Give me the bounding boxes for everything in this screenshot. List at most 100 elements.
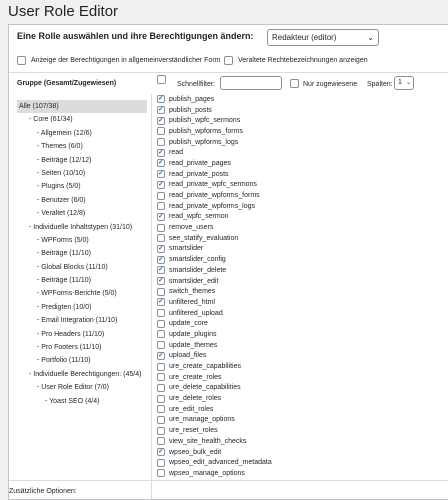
- group-item[interactable]: - Pro Footers (11/10): [17, 341, 147, 354]
- capability-row[interactable]: ure_reset_roles: [157, 425, 272, 436]
- capability-row[interactable]: upload_files: [157, 351, 272, 362]
- group-item[interactable]: - Plugins (5/0): [17, 180, 147, 193]
- capability-checkbox[interactable]: [157, 373, 165, 382]
- capability-checkbox[interactable]: [157, 447, 165, 457]
- capability-row[interactable]: switch_themes: [157, 286, 272, 297]
- capability-row[interactable]: ure_delete_roles: [157, 393, 272, 404]
- group-item[interactable]: - Benutzer (6/0): [17, 194, 147, 207]
- capability-checkbox[interactable]: [157, 341, 165, 350]
- capability-checkbox[interactable]: [157, 148, 165, 157]
- capability-row[interactable]: read_wpfc_sermon: [157, 212, 272, 223]
- capability-row[interactable]: ure_create_capabilities: [157, 361, 272, 372]
- option-deprecated[interactable]: Veraltete Rechtebezeichnungen anzeigen: [224, 56, 368, 65]
- group-item[interactable]: - Core (61/34): [17, 113, 147, 126]
- capability-checkbox[interactable]: [157, 437, 165, 446]
- capability-checkbox[interactable]: [157, 383, 165, 392]
- group-item[interactable]: Alle (107/38): [17, 100, 147, 114]
- capability-row[interactable]: read: [157, 147, 272, 158]
- capability-row[interactable]: update_core: [157, 318, 272, 329]
- capability-checkbox[interactable]: [157, 169, 165, 179]
- capability-checkbox[interactable]: [157, 265, 165, 275]
- capability-checkbox[interactable]: [157, 469, 165, 478]
- capability-row[interactable]: ure_edit_roles: [157, 404, 272, 415]
- capability-row[interactable]: wpseo_bulk_edit: [157, 447, 272, 458]
- group-item[interactable]: - Beiträge (11/10): [17, 247, 147, 260]
- group-item[interactable]: - Pro Headers (11/10): [17, 328, 147, 341]
- group-item[interactable]: - Portfolio (11/10): [17, 354, 147, 367]
- group-item[interactable]: - Veraltet (12/8): [17, 207, 147, 220]
- capability-checkbox[interactable]: [157, 94, 165, 104]
- group-item[interactable]: - Beiträge (12/12): [17, 154, 147, 167]
- capability-checkbox[interactable]: [157, 127, 165, 136]
- capability-row[interactable]: publish_pages: [157, 94, 272, 105]
- capability-row[interactable]: smartslider: [157, 244, 272, 255]
- capability-row[interactable]: remove_users: [157, 222, 272, 233]
- capability-row[interactable]: publish_wpfc_sermons: [157, 115, 272, 126]
- capability-row[interactable]: read_private_wpforms_forms: [157, 190, 272, 201]
- capability-checkbox[interactable]: [157, 255, 165, 264]
- capability-row[interactable]: read_private_posts: [157, 169, 272, 180]
- columns-select[interactable]: 1 ⌄: [394, 76, 414, 90]
- capability-row[interactable]: ure_create_roles: [157, 372, 272, 383]
- group-item[interactable]: - Email Integration (11/10): [17, 314, 147, 327]
- capability-row[interactable]: unfiltered_upload: [157, 308, 272, 319]
- capability-row[interactable]: publish_posts: [157, 105, 272, 116]
- capability-row[interactable]: read_private_pages: [157, 158, 272, 169]
- group-item[interactable]: - WPForms (5/0): [17, 234, 147, 247]
- capability-checkbox[interactable]: [157, 362, 165, 371]
- group-item[interactable]: - Allgemein (12/6): [17, 127, 147, 140]
- capability-row[interactable]: ure_manage_options: [157, 415, 272, 426]
- group-item[interactable]: - User Role Editor (7/0): [17, 381, 147, 394]
- capability-checkbox[interactable]: [157, 234, 165, 243]
- group-item[interactable]: - Individuelle Berechtigungen: (45/4): [17, 368, 147, 381]
- capability-checkbox[interactable]: [157, 405, 165, 414]
- group-item[interactable]: - Predigten (10/0): [17, 301, 147, 314]
- capability-row[interactable]: publish_wpforms_logs: [157, 137, 272, 148]
- capability-row[interactable]: publish_wpforms_forms: [157, 126, 272, 137]
- capability-checkbox[interactable]: [157, 351, 165, 360]
- capability-checkbox[interactable]: [157, 105, 165, 115]
- capability-checkbox[interactable]: [157, 394, 165, 403]
- capability-checkbox[interactable]: [157, 319, 165, 328]
- option-human-readable[interactable]: Anzeige der Berechtigungen in allgemeinv…: [17, 56, 221, 65]
- capability-row[interactable]: see_statify_evaluation: [157, 233, 272, 244]
- group-item[interactable]: - Individuelle Inhaltstypen (31/10): [17, 221, 147, 234]
- capability-row[interactable]: smartslider_edit: [157, 276, 272, 287]
- group-item[interactable]: - Yoast SEO (4/4): [17, 395, 147, 408]
- group-item[interactable]: - WPForms-Berichte (5/0): [17, 287, 147, 300]
- capability-checkbox[interactable]: [157, 330, 165, 339]
- human-readable-checkbox[interactable]: [17, 56, 26, 65]
- capability-checkbox[interactable]: [157, 287, 165, 296]
- only-granted-checkbox[interactable]: [290, 79, 299, 88]
- capability-checkbox[interactable]: [157, 276, 165, 286]
- capability-checkbox[interactable]: [157, 244, 165, 253]
- capability-row[interactable]: smartslider_config: [157, 254, 272, 265]
- capability-row[interactable]: update_themes: [157, 340, 272, 351]
- capability-checkbox[interactable]: [157, 223, 165, 232]
- capability-row[interactable]: update_plugins: [157, 329, 272, 340]
- capability-checkbox[interactable]: [157, 458, 165, 467]
- capability-checkbox[interactable]: [157, 297, 165, 307]
- group-item[interactable]: - Themes (6/0): [17, 140, 147, 153]
- capability-row[interactable]: wpseo_edit_advanced_metadata: [157, 457, 272, 468]
- role-select[interactable]: Redakteur (editor) ⌄: [267, 29, 379, 46]
- capability-row[interactable]: read_private_wpforms_logs: [157, 201, 272, 212]
- capability-checkbox[interactable]: [157, 191, 165, 200]
- capability-checkbox[interactable]: [157, 180, 165, 189]
- group-item[interactable]: - Beiträge (11/10): [17, 274, 147, 287]
- group-item[interactable]: - Seiten (10/10): [17, 167, 147, 180]
- capability-checkbox[interactable]: [157, 138, 165, 147]
- capability-row[interactable]: read_private_wpfc_sermons: [157, 180, 272, 191]
- capability-row[interactable]: smartslider_delete: [157, 265, 272, 276]
- capability-row[interactable]: unfiltered_html: [157, 297, 272, 308]
- select-all-checkbox[interactable]: [157, 75, 166, 84]
- capability-row[interactable]: ure_delete_capabilities: [157, 383, 272, 394]
- group-item[interactable]: - Global Blocks (11/10): [17, 261, 147, 274]
- deprecated-checkbox[interactable]: [224, 56, 233, 65]
- capability-checkbox[interactable]: [157, 212, 165, 221]
- capability-checkbox[interactable]: [157, 158, 165, 168]
- capability-checkbox[interactable]: [157, 116, 165, 125]
- capability-checkbox[interactable]: [157, 426, 165, 435]
- capability-row[interactable]: view_site_health_checks: [157, 436, 272, 447]
- capability-checkbox[interactable]: [157, 309, 165, 318]
